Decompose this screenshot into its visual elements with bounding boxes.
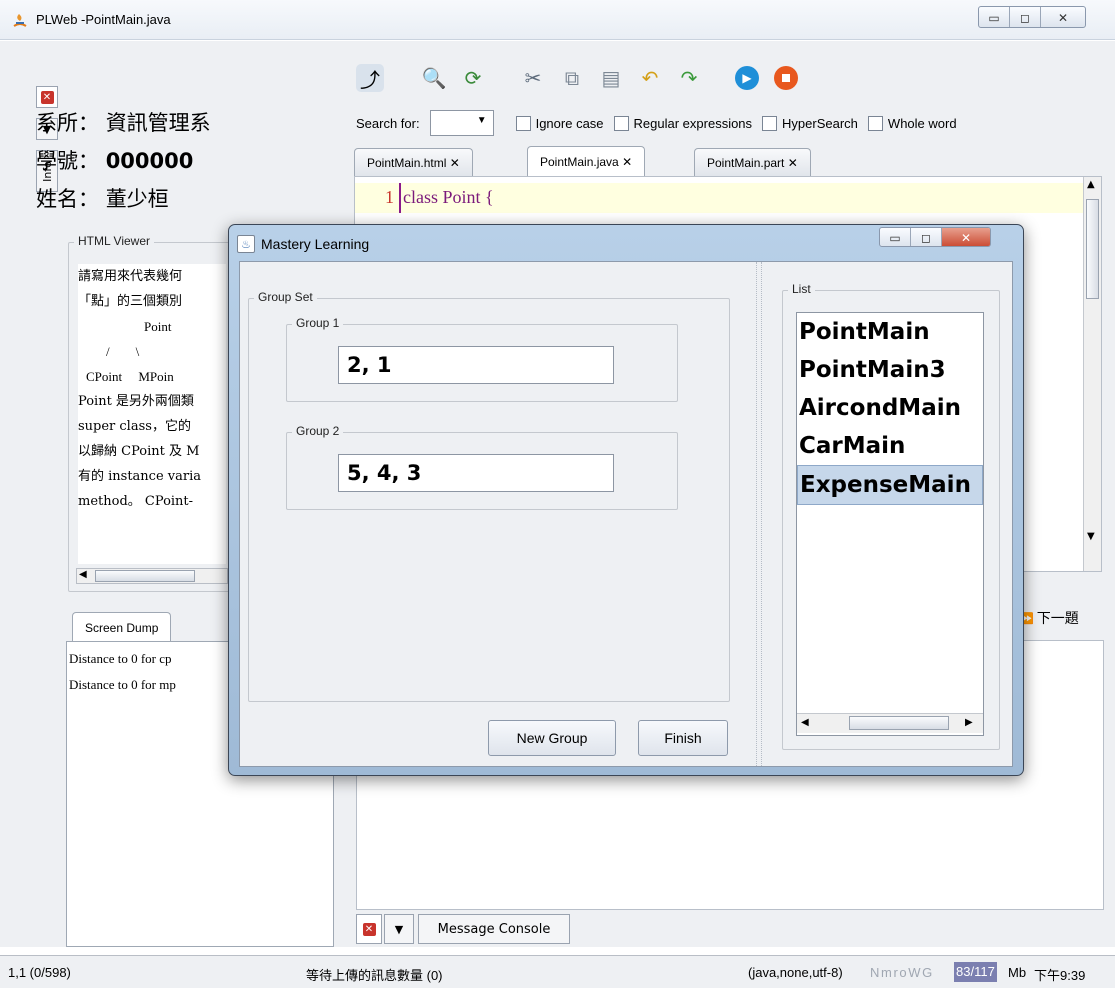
dialog-title: Mastery Learning bbox=[261, 236, 370, 252]
close-button[interactable]: ✕ bbox=[942, 228, 990, 246]
hypersearch-checkbox[interactable] bbox=[762, 115, 778, 131]
redo-icon[interactable]: ↷ bbox=[675, 64, 703, 92]
close-icon: ✕ bbox=[40, 90, 54, 104]
memory-usage[interactable]: 83/117 bbox=[954, 962, 997, 982]
finish-button[interactable]: Finish bbox=[638, 720, 728, 756]
regex-checkbox[interactable] bbox=[613, 115, 629, 131]
next-question-button[interactable]: ⏩ 下一題 bbox=[1020, 608, 1079, 628]
encoding-status: (java,none,utf-8) bbox=[748, 965, 843, 980]
scroll-thumb[interactable] bbox=[1086, 199, 1099, 299]
ignore-case-checkbox[interactable] bbox=[515, 115, 531, 131]
copy-icon[interactable]: ⧉ bbox=[558, 64, 586, 92]
group-1-title: Group 1 bbox=[292, 316, 344, 330]
preview-icon[interactable]: 🔍 bbox=[420, 64, 448, 92]
name-value: 董少桓 bbox=[105, 187, 169, 211]
scroll-thumb[interactable] bbox=[95, 570, 195, 582]
editor-flags: N m r o W G bbox=[870, 965, 932, 980]
name-label: 姓名： bbox=[36, 187, 99, 211]
scroll-up-icon[interactable]: ▲ bbox=[1087, 179, 1095, 190]
stop-icon[interactable] bbox=[772, 64, 800, 92]
status-bar: 1,1 (0/598) 等待上傳的訊息數量 (0) (java,none,utf… bbox=[0, 955, 1115, 988]
close-icon[interactable]: ✕ bbox=[788, 156, 798, 170]
id-label: 學號： bbox=[36, 149, 99, 173]
minimize-button[interactable]: ▭ bbox=[880, 228, 911, 246]
scroll-left-icon[interactable]: ◀ bbox=[801, 717, 809, 728]
group-1-field[interactable]: 2, 1 bbox=[338, 346, 614, 384]
toolbar: ⤴ 🔍 ⟳ ✂ ⧉ ▤ ↶ ↷ ▶ bbox=[356, 60, 1096, 96]
close-icon: ✕ bbox=[362, 922, 376, 936]
undo-icon[interactable]: ↶ bbox=[636, 64, 664, 92]
run-icon[interactable]: ▶ bbox=[733, 64, 761, 92]
student-info: 系所： 資訊管理系 學號： 000000 姓名： 董少桓 bbox=[36, 104, 211, 218]
dept-label: 系所： bbox=[36, 111, 99, 135]
search-input[interactable]: ▼ bbox=[429, 110, 494, 136]
window-title: PLWeb -PointMain.java bbox=[36, 12, 171, 27]
new-group-button[interactable]: New Group bbox=[488, 720, 616, 756]
maximize-button[interactable]: ◻ bbox=[1010, 7, 1041, 27]
html-viewer-title: HTML Viewer bbox=[74, 234, 155, 248]
group-2-title: Group 2 bbox=[292, 424, 344, 438]
dialog-content: Group Set Group 1 2, 1 Group 2 5, 4, 3 N… bbox=[239, 261, 1013, 767]
refresh-icon[interactable]: ⟳ bbox=[459, 64, 487, 92]
message-console-tab[interactable]: Message Console bbox=[418, 914, 570, 944]
console-menu-button[interactable]: ▼ bbox=[384, 914, 414, 944]
memory-unit: Mb bbox=[1008, 965, 1027, 980]
tab-pointmain-part[interactable]: PointMain.part ✕ bbox=[694, 148, 811, 176]
scroll-down-icon[interactable]: ▼ bbox=[1087, 531, 1095, 542]
java-cup-icon: ♨ bbox=[237, 235, 255, 253]
code-line: class Point { bbox=[403, 187, 494, 207]
list-title: List bbox=[788, 282, 815, 296]
line-number: 1 bbox=[385, 187, 394, 207]
search-label: Search for: bbox=[356, 115, 420, 131]
paste-icon[interactable]: ▤ bbox=[597, 64, 625, 92]
split-pane-divider[interactable] bbox=[756, 262, 762, 766]
close-console-button[interactable]: ✕ bbox=[356, 914, 382, 944]
java-app-icon bbox=[12, 12, 28, 28]
tab-screen-dump[interactable]: Screen Dump bbox=[72, 612, 172, 642]
scroll-thumb[interactable] bbox=[849, 716, 949, 730]
dialog-window-controls: ▭ ◻ ✕ bbox=[879, 227, 991, 247]
upload-icon[interactable]: ⤴ bbox=[356, 64, 384, 92]
list-item[interactable]: PointMain3 bbox=[797, 351, 983, 389]
dept-value: 資訊管理系 bbox=[105, 111, 211, 135]
upload-queue-status: 等待上傳的訊息數量 (0) bbox=[306, 968, 443, 983]
editor-vscroll[interactable]: ▲ ▼ bbox=[1083, 177, 1101, 571]
window-controls: ▭ ◻ ✕ bbox=[978, 6, 1086, 28]
mastery-learning-dialog: ♨ Mastery Learning ▭ ◻ ✕ Group Set Group… bbox=[228, 224, 1024, 776]
group-2-field[interactable]: 5, 4, 3 bbox=[338, 454, 614, 492]
clock: 下午9:39 bbox=[1034, 968, 1086, 983]
maximize-button[interactable]: ◻ bbox=[911, 228, 942, 246]
list-item[interactable]: AircondMain bbox=[797, 389, 983, 427]
chevron-down-icon[interactable]: ▼ bbox=[477, 115, 487, 126]
close-icon[interactable]: ✕ bbox=[622, 155, 632, 169]
file-list[interactable]: PointMain PointMain3 AircondMain CarMain… bbox=[796, 312, 984, 736]
html-viewer-hscroll[interactable]: ◀ bbox=[76, 568, 228, 584]
main-window: PLWeb -PointMain.java ▭ ◻ ✕ ✕ ▼ Info 系所：… bbox=[0, 0, 1115, 988]
tab-pointmain-java[interactable]: PointMain.java ✕ bbox=[527, 146, 646, 177]
minimize-button[interactable]: ▭ bbox=[979, 7, 1010, 27]
whole-word-checkbox[interactable] bbox=[867, 115, 883, 131]
caret bbox=[399, 183, 401, 213]
search-bar: Search for: ▼ Ignore case Regular expres… bbox=[356, 110, 1106, 136]
list-item-selected[interactable]: ExpenseMain bbox=[797, 465, 983, 505]
close-icon[interactable]: ✕ bbox=[450, 156, 460, 170]
cursor-position: 1,1 (0/598) bbox=[8, 965, 71, 980]
scroll-right-icon[interactable]: ▶ bbox=[965, 717, 973, 728]
cut-icon[interactable]: ✂ bbox=[519, 64, 547, 92]
list-item[interactable]: PointMain bbox=[797, 313, 983, 351]
chevron-down-icon: ▼ bbox=[394, 922, 404, 936]
close-button[interactable]: ✕ bbox=[1041, 7, 1085, 27]
scroll-left-icon[interactable]: ◀ bbox=[79, 569, 87, 580]
group-set-title: Group Set bbox=[254, 290, 317, 304]
tab-pointmain-html[interactable]: PointMain.html ✕ bbox=[354, 148, 473, 176]
title-bar: PLWeb -PointMain.java ▭ ◻ ✕ bbox=[0, 0, 1115, 40]
list-hscroll[interactable]: ◀ ▶ bbox=[797, 713, 983, 733]
id-value: 000000 bbox=[105, 149, 194, 173]
html-viewer-content[interactable]: 請寫用來代表幾何 「點」的三個類別 Point / \ CPoint MPoin… bbox=[78, 264, 226, 564]
list-item[interactable]: CarMain bbox=[797, 427, 983, 465]
